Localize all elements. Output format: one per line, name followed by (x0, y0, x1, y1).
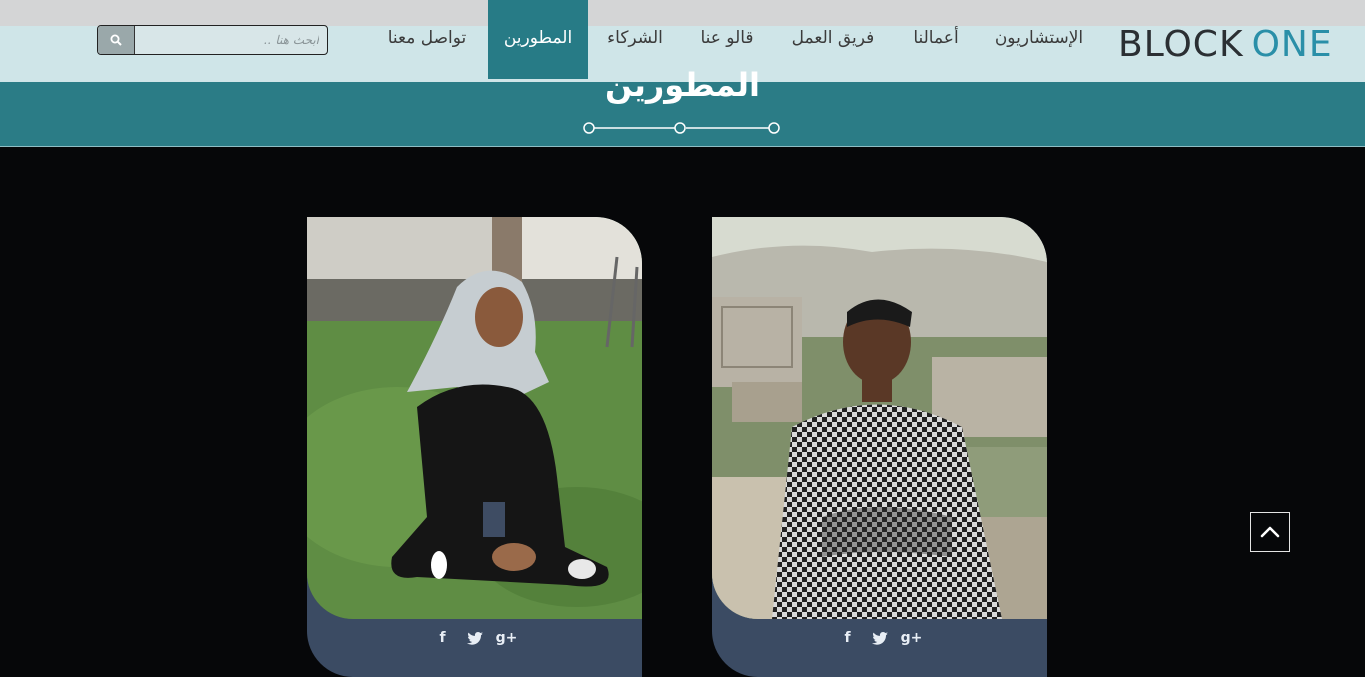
top-strip (0, 0, 1365, 26)
nav-item-label: المطورين (503, 28, 573, 48)
google-plus-icon[interactable]: g+ (901, 629, 923, 647)
search-input[interactable] (135, 26, 325, 54)
facebook-icon[interactable]: f (434, 629, 452, 647)
nav-item-label: فريق العمل (791, 28, 875, 48)
search-icon (110, 34, 122, 46)
site-logo[interactable]: BLOCK ONE (1118, 23, 1333, 65)
nav-item-label: قالو عنا (700, 28, 754, 48)
logo-text-block: BLOCK (1118, 23, 1244, 65)
page-title: المطورين (605, 66, 760, 104)
nav-item-label: الإستشاريون (994, 28, 1084, 48)
chevron-up-icon (1260, 526, 1280, 538)
developer-photo (307, 217, 642, 619)
nav-item-label: أعمالنا (913, 28, 959, 48)
twitter-icon[interactable] (871, 629, 889, 647)
developer-card: f g+ (712, 217, 1047, 677)
social-links: f g+ (307, 629, 642, 647)
scroll-to-top-button[interactable] (1250, 512, 1290, 552)
nav-item-label: تواصل معنا (387, 28, 467, 48)
facebook-icon[interactable]: f (839, 629, 857, 647)
nav-item-label: الشركاء (607, 28, 663, 48)
logo-text-one: ONE (1251, 23, 1333, 65)
social-links: f g+ (712, 629, 1047, 647)
search-button[interactable] (98, 26, 135, 54)
developer-card: f g+ (307, 217, 642, 677)
twitter-icon[interactable] (466, 629, 484, 647)
title-divider (583, 122, 780, 134)
google-plus-icon[interactable]: g+ (496, 629, 518, 647)
search-box (97, 25, 328, 55)
developer-photo (712, 217, 1047, 619)
